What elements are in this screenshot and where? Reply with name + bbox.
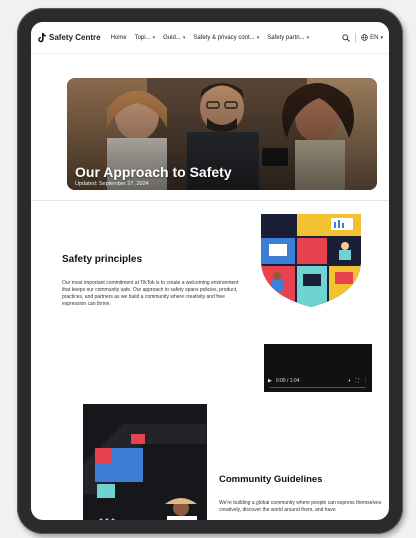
safety-principles-text: Our most important commitment at TikTok … xyxy=(62,280,239,307)
nav-topics[interactable]: Topi... ▾ xyxy=(135,35,156,41)
nav-home[interactable]: Home xyxy=(111,35,127,41)
hero-title: Our Approach to Safety xyxy=(75,164,232,180)
language-selector[interactable]: EN ▾ xyxy=(361,34,383,41)
nav-right: EN ▾ xyxy=(342,32,383,43)
safety-shield-illustration xyxy=(261,214,361,307)
nav-safety-partners-label: Safety partn... xyxy=(267,34,305,41)
section-divider xyxy=(31,200,389,201)
video-player[interactable]: ▶ 0:00 / 1:04 🔈︎ ⛶ ⋮ xyxy=(264,344,372,392)
brand[interactable]: Safety Centre xyxy=(37,32,101,43)
video-progress-bar[interactable] xyxy=(270,387,366,388)
nav-safety-privacy[interactable]: Safety & privacy cont... ▾ xyxy=(193,35,259,41)
community-guidelines-heading: Community Guidelines xyxy=(219,474,323,485)
chevron-down-icon: ▾ xyxy=(182,34,186,41)
tablet-frame: Safety Centre Home Topi... ▾ Guid... ▾ Saf… xyxy=(17,8,403,534)
chevron-down-icon: ▾ xyxy=(256,34,260,41)
brand-label: Safety Centre xyxy=(49,33,101,42)
nav-safety-partners[interactable]: Safety partn... ▾ xyxy=(267,35,309,41)
nav-guides-label: Guid... xyxy=(163,34,181,41)
globe-icon xyxy=(361,34,368,41)
language-label: EN xyxy=(370,34,379,41)
search-icon[interactable] xyxy=(342,33,350,42)
chevron-down-icon: ▾ xyxy=(152,34,156,41)
play-icon[interactable]: ▶ xyxy=(268,378,272,384)
volume-icon[interactable]: 🔈︎ xyxy=(348,378,351,384)
top-nav: Safety Centre Home Topi... ▾ Guid... ▾ Saf… xyxy=(31,22,389,54)
community-guidelines-illustration xyxy=(83,404,207,520)
chevron-down-icon: ▾ xyxy=(380,34,383,41)
hero-updated-date: Updated: September 27, 2024 xyxy=(75,181,149,187)
safety-principles-heading: Safety principles xyxy=(62,254,143,265)
nav-guides[interactable]: Guid... ▾ xyxy=(163,35,185,41)
community-guidelines-text: We're building a global community where … xyxy=(219,500,382,513)
more-options-icon[interactable]: ⋮ xyxy=(363,378,368,384)
nav-home-label: Home xyxy=(110,34,127,41)
screen: Safety Centre Home Topi... ▾ Guid... ▾ Saf… xyxy=(31,22,389,520)
video-controls: ▶ 0:00 / 1:04 🔈︎ ⛶ ⋮ xyxy=(268,378,368,384)
fullscreen-icon[interactable]: ⛶ xyxy=(355,378,359,384)
tiktok-logo-icon xyxy=(38,32,46,42)
chevron-down-icon: ▾ xyxy=(306,34,310,41)
nav-divider xyxy=(355,32,357,43)
hero-banner: Our Approach to Safety Updated: Septembe… xyxy=(67,78,377,190)
nav-safety-privacy-label: Safety & privacy cont... xyxy=(193,34,255,41)
nav-topics-label: Topi... xyxy=(134,34,151,41)
video-time: 0:00 / 1:04 xyxy=(275,378,300,384)
community-guidelines-art-image xyxy=(83,404,207,520)
